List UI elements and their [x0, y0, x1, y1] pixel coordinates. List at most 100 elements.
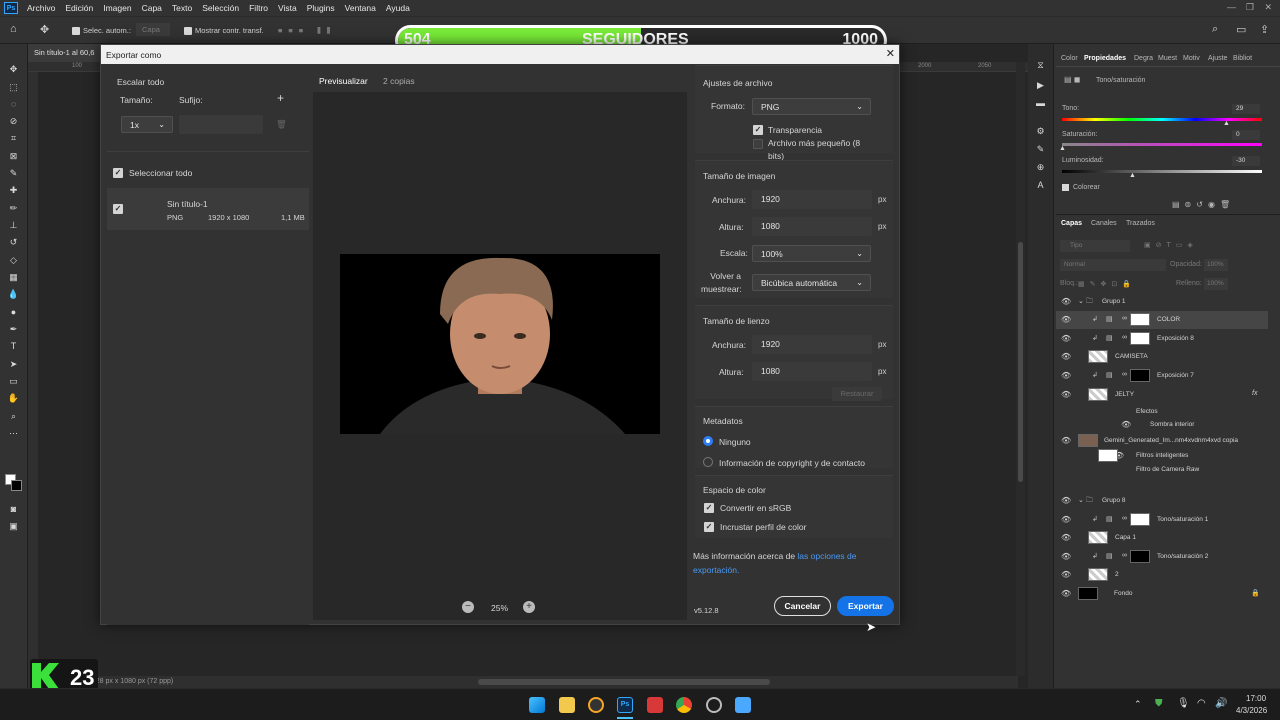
- tab-layers[interactable]: Capas: [1061, 220, 1082, 227]
- auto-select-option[interactable]: Selec. autom.:: [72, 26, 131, 36]
- type-icon[interactable]: T: [7, 341, 20, 351]
- layer-row[interactable]: 👁 ↲ ▤ ∞ Exposición 7: [1056, 367, 1268, 385]
- tab-swatches[interactable]: Muest: [1158, 55, 1177, 62]
- add-scale-icon[interactable]: +: [277, 91, 284, 105]
- visibility-eye-icon[interactable]: 👁: [1061, 390, 1071, 399]
- brush-icon[interactable]: ✏: [7, 203, 20, 213]
- path-select-icon[interactable]: ➤: [7, 359, 20, 369]
- character-panel-icon[interactable]: A: [1034, 180, 1047, 190]
- move-tool-icon[interactable]: ✥: [40, 23, 49, 36]
- more-tools-icon[interactable]: ⋯: [7, 428, 20, 438]
- search-icon[interactable]: ⌕: [1212, 23, 1218, 36]
- resample-dropdown[interactable]: Bicúbica automática ⌄: [752, 274, 871, 291]
- tone-slider[interactable]: [1062, 118, 1262, 121]
- layer-mask-thumbnail[interactable]: [1130, 369, 1150, 382]
- wps-icon[interactable]: [647, 697, 663, 713]
- menu-ventana[interactable]: Ventana: [340, 3, 381, 13]
- visibility-eye-icon[interactable]: 👁: [1061, 315, 1071, 324]
- menu-plugins[interactable]: Plugins: [302, 3, 340, 13]
- luminosity-slider[interactable]: [1062, 170, 1262, 173]
- blend-mode-dropdown[interactable]: Normal: [1060, 259, 1166, 271]
- format-dropdown[interactable]: PNG ⌄: [752, 98, 871, 115]
- image-scale-dropdown[interactable]: 100% ⌄: [752, 245, 871, 262]
- layer-row[interactable]: 👁 🔒 Fondo: [1056, 585, 1268, 603]
- history-brush-icon[interactable]: ↺: [7, 237, 20, 247]
- frame-icon[interactable]: ⊠: [7, 151, 20, 161]
- menu-ayuda[interactable]: Ayuda: [381, 3, 415, 13]
- screen-mode-icon[interactable]: ▣: [7, 521, 20, 531]
- layer-thumbnail[interactable]: [1088, 531, 1108, 544]
- metadata-none-radio[interactable]: [703, 436, 713, 446]
- marquee-icon[interactable]: ⬚: [7, 82, 20, 92]
- fx-icon[interactable]: fx: [1252, 390, 1257, 397]
- chrome-icon[interactable]: [676, 697, 692, 713]
- comment-icon[interactable]: ▬: [1034, 98, 1047, 108]
- crop-icon[interactable]: ⌗: [7, 133, 20, 143]
- scrollbar-thumb[interactable]: [1018, 242, 1023, 482]
- tab-copies[interactable]: 2 copias: [383, 76, 415, 86]
- visibility-eye-icon[interactable]: 👁: [1061, 552, 1071, 561]
- history-icon[interactable]: ⧖: [1034, 60, 1047, 70]
- eyedropper-icon[interactable]: ✎: [7, 168, 20, 178]
- document-tab[interactable]: Sin título-1 al 60,6: [28, 44, 100, 62]
- menu-edicion[interactable]: Edición: [60, 3, 98, 13]
- visibility-eye-icon[interactable]: 👁: [1061, 334, 1071, 343]
- gradient-icon[interactable]: ▦: [7, 272, 20, 282]
- menu-imagen[interactable]: Imagen: [98, 3, 136, 13]
- lasso-icon[interactable]: ◌: [7, 99, 20, 109]
- opacity-value[interactable]: 100%: [1204, 259, 1228, 271]
- home-icon[interactable]: ⌂: [10, 23, 17, 35]
- clock-date[interactable]: 4/3/2026: [1236, 706, 1267, 715]
- cancel-button[interactable]: Cancelar: [774, 596, 831, 616]
- visibility-eye-icon[interactable]: 👁: [1121, 420, 1131, 429]
- trash-icon[interactable]: 🗑: [276, 119, 287, 130]
- blur-icon[interactable]: 💧: [7, 289, 20, 299]
- menu-capa[interactable]: Capa: [137, 3, 167, 13]
- fill-value[interactable]: 100%: [1204, 278, 1228, 290]
- metadata-copyright-radio[interactable]: [703, 457, 713, 467]
- luminosity-slider-thumb[interactable]: ▲: [1129, 172, 1136, 179]
- restore-button[interactable]: Restaurar: [832, 387, 882, 401]
- layer-row[interactable]: 👁 ⌄ 🗀 Grupo 1: [1056, 293, 1268, 311]
- smaller-file-checkbox[interactable]: [753, 139, 763, 149]
- layer-thumbnail[interactable]: [1088, 350, 1108, 363]
- vertical-scrollbar[interactable]: [1016, 62, 1025, 676]
- layer-row[interactable]: 👁 ↲ ▤ ∞ COLOR: [1056, 311, 1268, 329]
- adjust-icon[interactable]: ⚙: [1034, 126, 1047, 136]
- tab-properties[interactable]: Propiedades: [1084, 55, 1126, 62]
- layer-filter-icons[interactable]: ▣⊘T▭◈: [1144, 241, 1198, 249]
- layer-thumbnail[interactable]: [1078, 434, 1098, 447]
- layer-mask-thumbnail[interactable]: [1130, 550, 1150, 563]
- eraser-icon[interactable]: ◇: [7, 255, 20, 265]
- close-window-icon[interactable]: ✕: [1264, 2, 1272, 13]
- menu-vista[interactable]: Vista: [273, 3, 302, 13]
- layer-thumbnail[interactable]: [1078, 587, 1098, 600]
- layer-mask-thumbnail[interactable]: [1130, 513, 1150, 526]
- notepad-icon[interactable]: [735, 697, 751, 713]
- clone-panel-icon[interactable]: ⊕: [1034, 162, 1047, 172]
- menu-filtro[interactable]: Filtro: [244, 3, 273, 13]
- auto-select-dropdown[interactable]: Capa: [136, 23, 170, 36]
- layer-mask-thumbnail[interactable]: [1130, 332, 1150, 345]
- brush-panel-icon[interactable]: ✎: [1034, 144, 1047, 154]
- visibility-eye-icon[interactable]: 👁: [1061, 515, 1071, 524]
- rectangle-icon[interactable]: ▭: [7, 376, 20, 386]
- canvas-width-input[interactable]: 1920: [752, 335, 872, 354]
- visibility-eye-icon[interactable]: 👁: [1061, 589, 1071, 598]
- stamp-icon[interactable]: ⊥: [7, 220, 20, 230]
- visibility-eye-icon[interactable]: 👁: [1061, 371, 1071, 380]
- security-icon[interactable]: ⛊: [1155, 698, 1163, 709]
- pen-icon[interactable]: ✒: [7, 324, 20, 334]
- start-icon[interactable]: [529, 697, 545, 713]
- luminosity-value[interactable]: -30: [1232, 156, 1260, 166]
- layer-row[interactable]: 👁 ↲ ▤ ∞ Exposición 8: [1056, 330, 1268, 348]
- suffix-input[interactable]: [179, 115, 263, 134]
- saturation-slider[interactable]: [1062, 143, 1262, 146]
- healing-icon[interactable]: ✚: [7, 185, 20, 195]
- zoom-in-button[interactable]: +: [523, 601, 535, 613]
- quick-mask-icon[interactable]: ◙: [7, 504, 20, 514]
- auto-select-checkbox[interactable]: [72, 27, 80, 36]
- tab-color[interactable]: Color: [1061, 55, 1078, 62]
- colorize-checkbox[interactable]: [1062, 184, 1069, 191]
- tab-channels[interactable]: Canales: [1091, 220, 1117, 227]
